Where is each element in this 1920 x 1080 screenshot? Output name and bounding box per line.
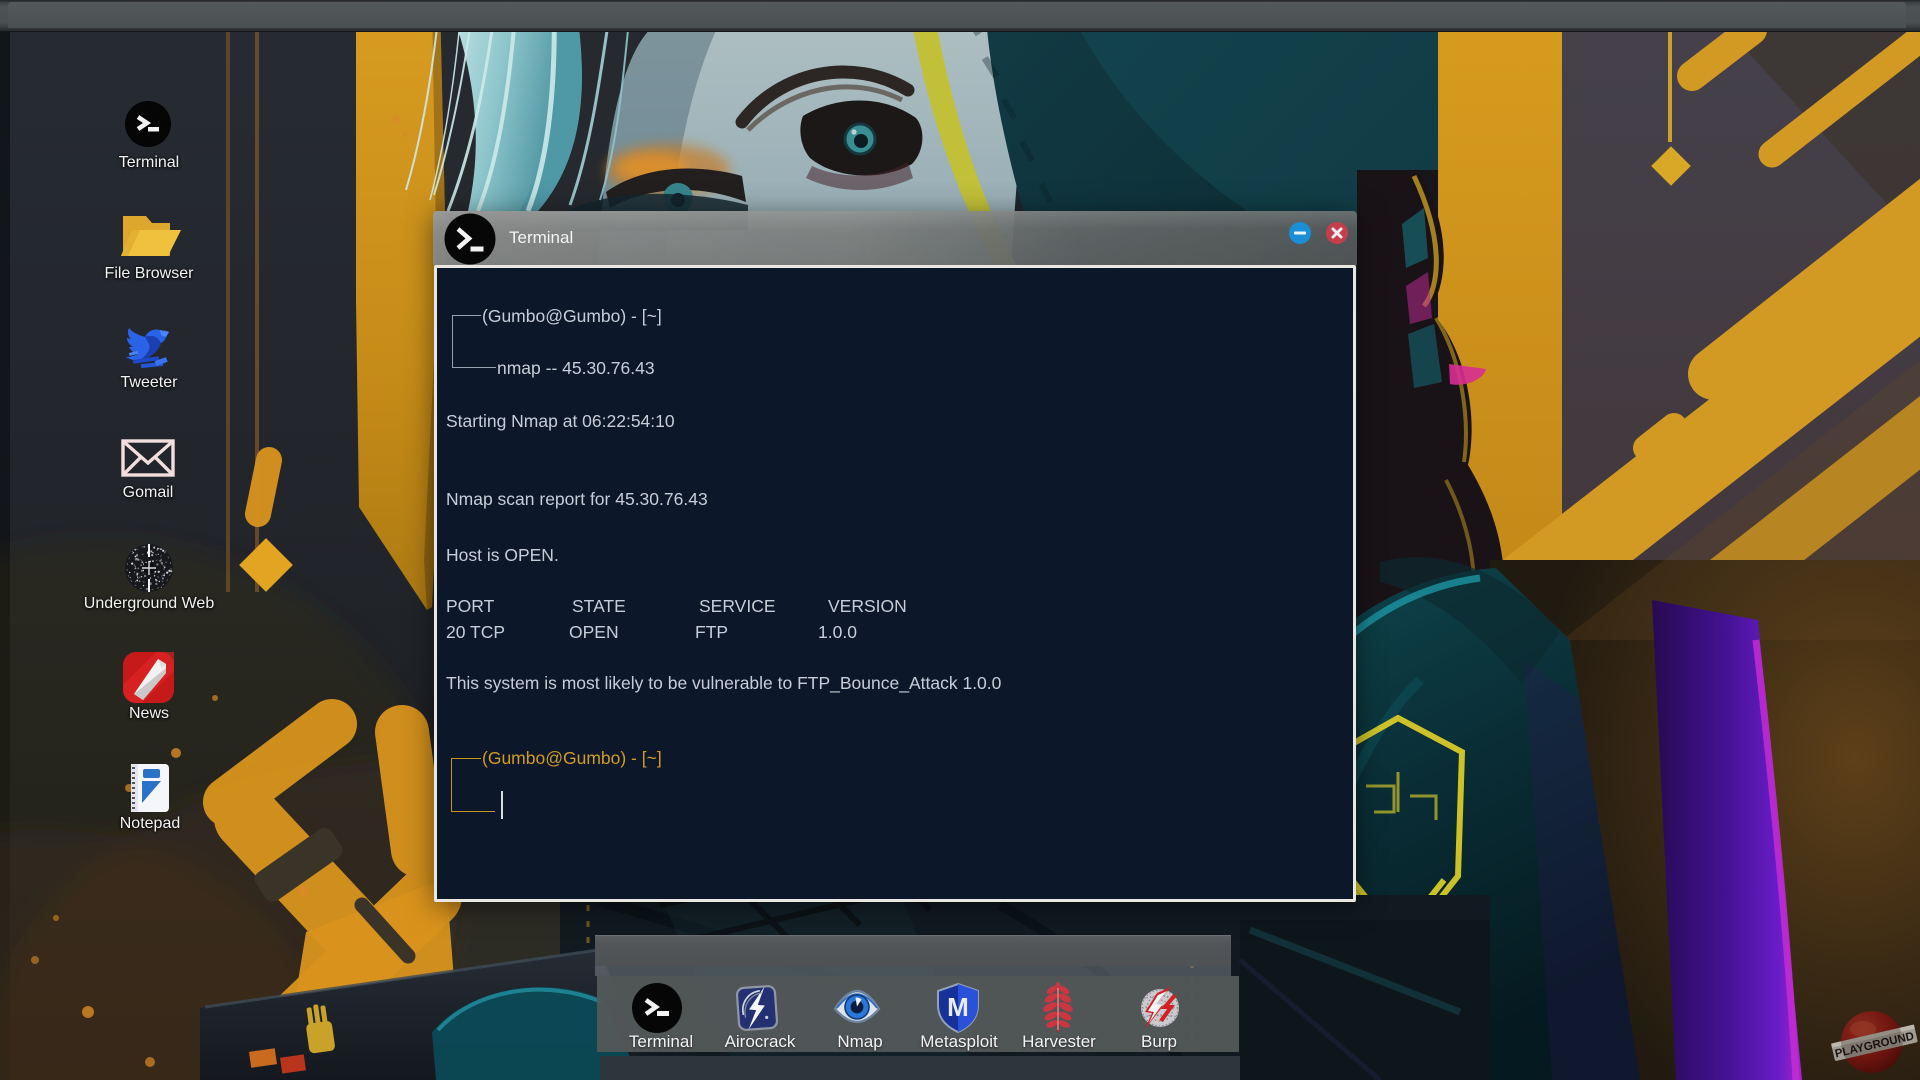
svg-text:M: M — [947, 992, 969, 1022]
